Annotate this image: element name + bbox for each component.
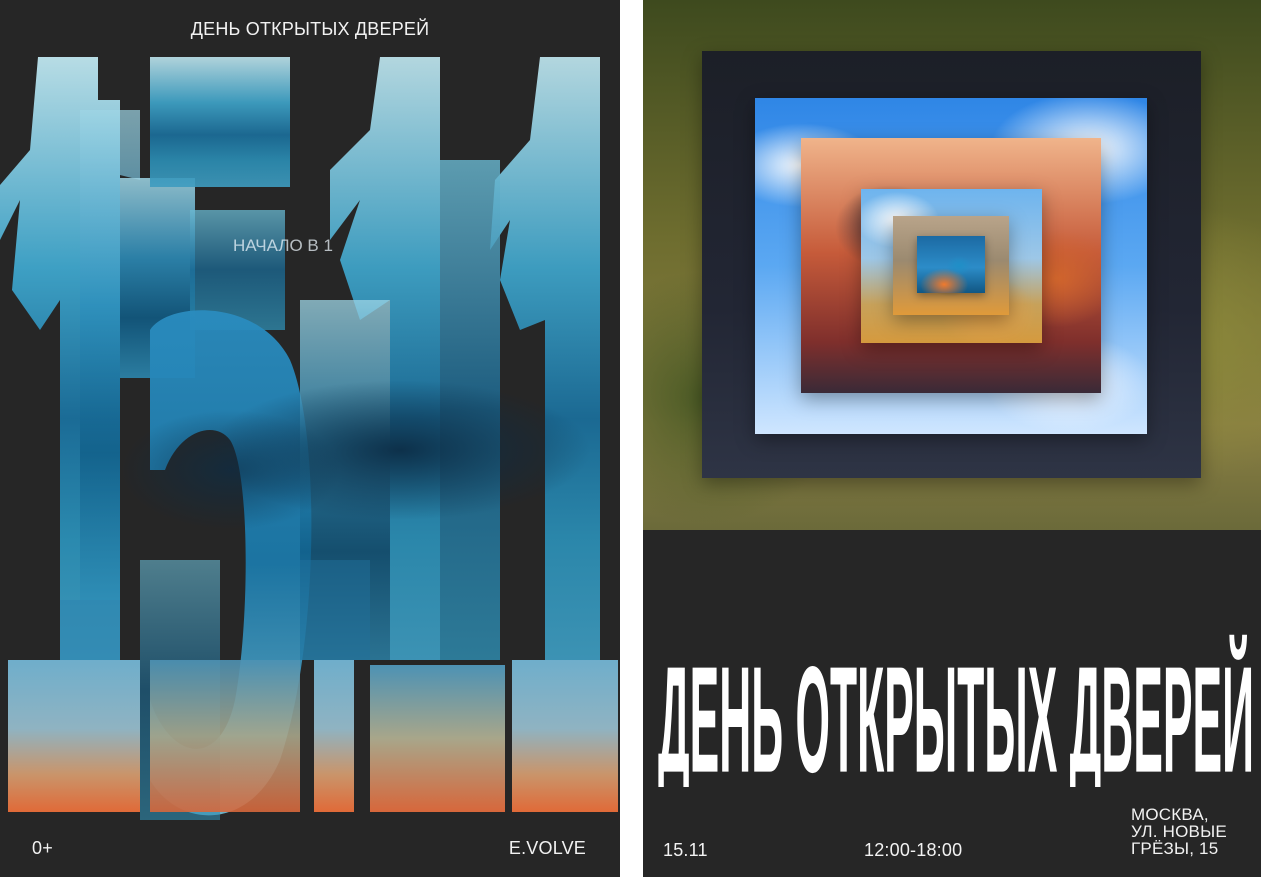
big-title-text: ДЕНЬ ОТКРЫТЫХ ДВЕРЕЙ: [658, 634, 1254, 787]
age-rating: 0+: [32, 838, 53, 858]
event-date: 15.11: [663, 840, 708, 860]
big-title: ДЕНЬ ОТКРЫТЫХ ДВЕРЕЙ: [658, 547, 1258, 787]
brand-name: E.VOLVE: [508, 838, 586, 858]
address-line-1: МОСКВА,: [1131, 805, 1209, 824]
poster-right: ДЕНЬ ОТКРЫТЫХ ДВЕРЕЙ 15.11 12:00-18:00 М…: [643, 0, 1261, 877]
glitch-date-artwork: [0, 57, 618, 820]
address-line-2: УЛ. НОВЫЕ: [1131, 822, 1227, 841]
event-address: МОСКВА, УЛ. НОВЫЕ ГРЁЗЫ, 15: [1131, 806, 1251, 857]
poster-left: ДЕНЬ ОТКРЫТЫХ ДВЕРЕЙ НАЧАЛО В 1 0+ E.VOL…: [0, 0, 620, 877]
frame-underwater: [917, 236, 985, 293]
event-time: 12:00-18:00: [864, 840, 963, 860]
recursive-photo-frames: [643, 0, 1261, 530]
poster-title: ДЕНЬ ОТКРЫТЫХ ДВЕРЕЙ: [190, 19, 430, 39]
start-time-text: НАЧАЛО В 1: [233, 236, 333, 255]
digit-one-left: [0, 57, 140, 660]
big-title-svg: ДЕНЬ ОТКРЫТЫХ ДВЕРЕЙ: [658, 634, 1254, 787]
address-line-3: ГРЁЗЫ, 15: [1131, 839, 1219, 858]
